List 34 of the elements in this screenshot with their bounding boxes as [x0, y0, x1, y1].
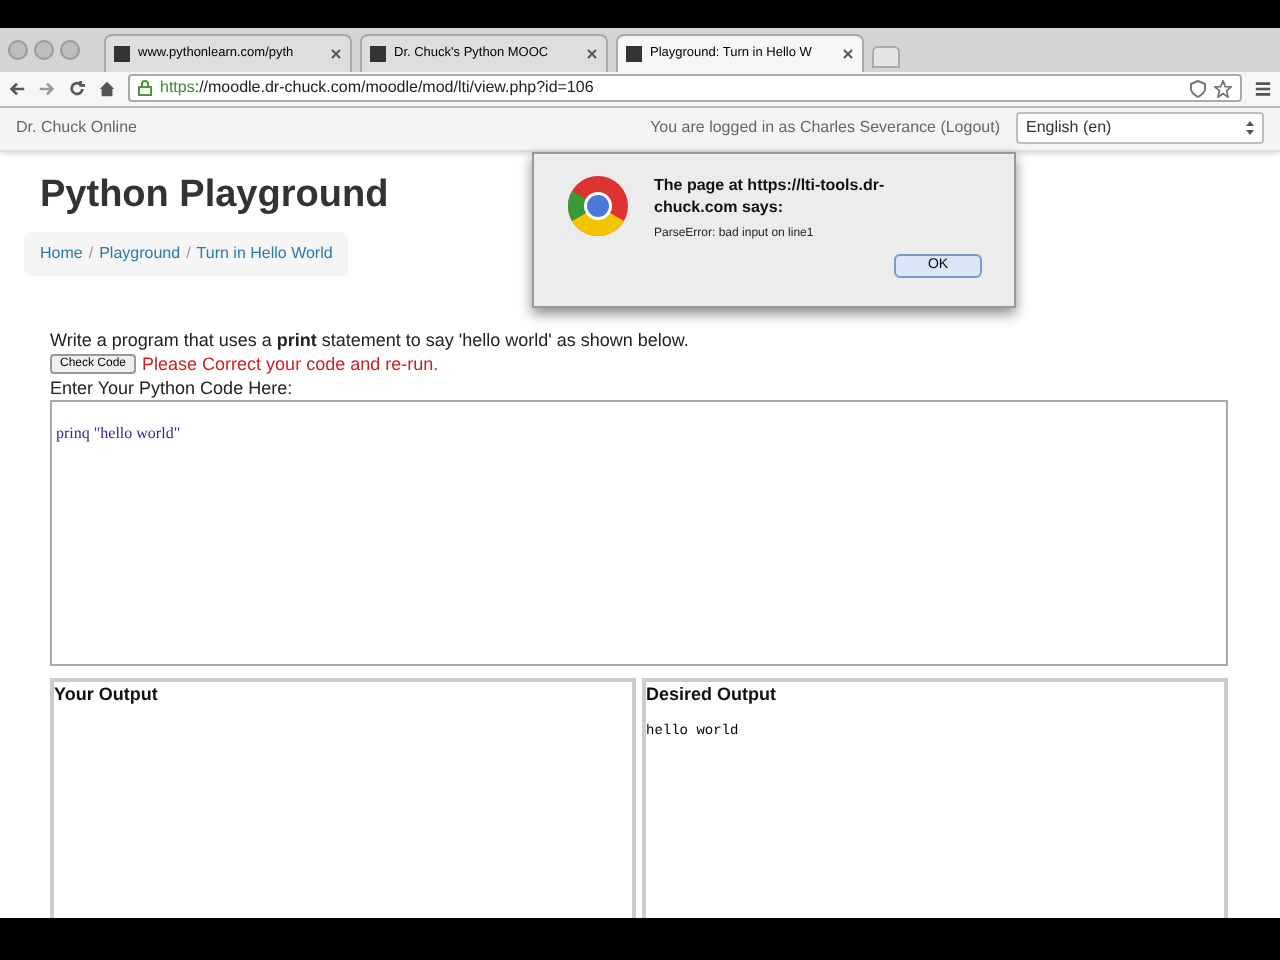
dialog-title: The page at https://lti-tools.dr-chuck.com says:	[654, 173, 887, 217]
close-icon[interactable]	[842, 48, 854, 61]
star-icon[interactable]	[1214, 79, 1232, 98]
address-bar[interactable]: https://moodle.dr-chuck.com/moodle/mod/lti/view.php?id=106	[128, 74, 1242, 103]
output-title: Your Output	[54, 682, 160, 708]
back-icon[interactable]	[8, 79, 26, 98]
favicon-icon	[114, 46, 130, 63]
language-select[interactable]: English (en)	[1016, 112, 1264, 144]
close-icon[interactable]	[330, 48, 342, 61]
home-icon[interactable]	[98, 79, 116, 98]
login-text: You are logged in as Charles Severance (Logout)	[650, 116, 1000, 140]
code-editor[interactable]: prinq "hello world"	[50, 400, 1228, 666]
breadcrumb-link[interactable]: Playground	[99, 241, 181, 265]
site-name[interactable]: Dr. Chuck Online	[16, 116, 635, 140]
select-arrows-icon	[1246, 120, 1254, 136]
forward-icon[interactable]	[38, 79, 56, 98]
error-message: Please Correct your code and re-run.	[142, 351, 439, 378]
breadcrumb-link[interactable]: Home	[40, 241, 83, 265]
page-title: Python Playground	[40, 171, 389, 219]
output-title: Desired Output	[646, 682, 779, 708]
close-icon[interactable]	[586, 48, 598, 61]
shield-icon[interactable]	[1190, 79, 1206, 98]
breadcrumb-separator: /	[186, 241, 191, 265]
menu-icon[interactable]	[1254, 79, 1272, 98]
reload-icon[interactable]	[68, 79, 86, 98]
url-text: https://moodle.dr-chuck.com/moodle/mod/lti/view.php?id=106	[160, 76, 596, 101]
breadcrumb-link[interactable]: Turn in Hello World	[196, 241, 333, 265]
lock-icon	[138, 80, 152, 97]
favicon-icon	[626, 46, 642, 63]
favicon-icon	[370, 46, 386, 63]
browser-logo-icon	[566, 173, 630, 237]
breadcrumb-separator: /	[88, 241, 94, 265]
instructions-text: Write a program that uses a print statement to say 'hello world' as shown below.	[50, 327, 691, 351]
code-label: Enter Your Python Code Here:	[50, 378, 295, 400]
